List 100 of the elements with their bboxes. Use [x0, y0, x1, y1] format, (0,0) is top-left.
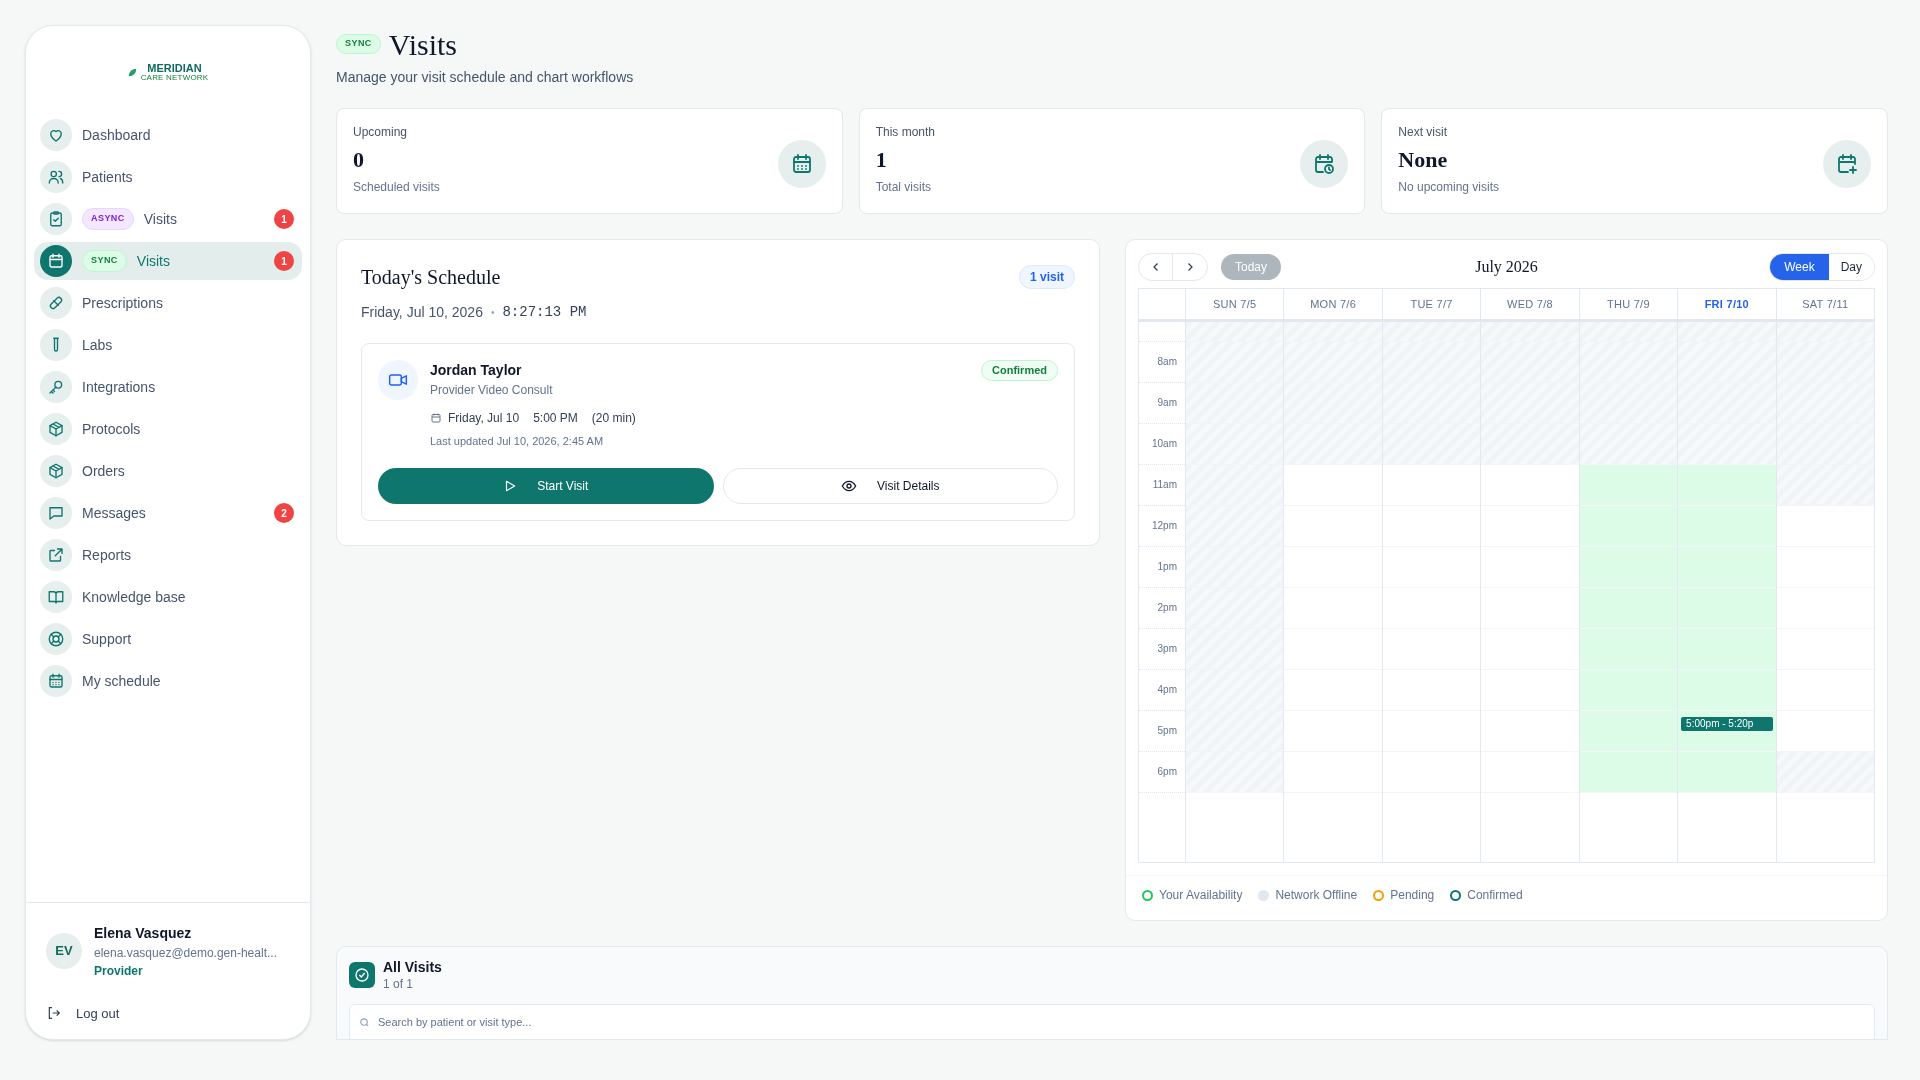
- test-tube-icon: [40, 329, 72, 361]
- available-slot[interactable]: [1579, 588, 1678, 629]
- available-slot[interactable]: [1579, 465, 1678, 506]
- offline-slot[interactable]: [1481, 424, 1579, 465]
- nav-item[interactable]: Orders: [34, 452, 302, 490]
- lifebuoy-icon: [40, 623, 72, 655]
- start-visit-button[interactable]: Start Visit: [378, 467, 714, 504]
- nav-label: Messages: [82, 503, 146, 523]
- schedule-date: Friday, Jul 10, 2026: [361, 303, 483, 322]
- offline-slot[interactable]: [1186, 711, 1284, 752]
- day-header: WED 7/8: [1481, 289, 1580, 319]
- offline-slot[interactable]: [1186, 506, 1284, 547]
- visit-event[interactable]: 5:00pm - 5:20p: [1681, 717, 1773, 731]
- day-header: TUE 7/7: [1382, 289, 1482, 319]
- visit-date: Friday, Jul 10: [448, 410, 520, 427]
- visit-details-button[interactable]: Visit Details: [722, 467, 1058, 504]
- logo-tagline: CARE NETWORK: [140, 73, 209, 82]
- available-slot[interactable]: [1579, 547, 1678, 588]
- offline-slot[interactable]: [1678, 424, 1776, 465]
- nav-item[interactable]: Messages 2: [34, 494, 302, 532]
- offline-slot[interactable]: [1186, 383, 1284, 424]
- nav-label: Dashboard: [82, 125, 151, 145]
- nav-item[interactable]: Labs: [34, 326, 302, 364]
- all-visits-count: 1 of 1: [383, 976, 415, 992]
- separator-dot: •: [490, 306, 495, 320]
- nav-label: Integrations: [82, 377, 156, 397]
- offline-slot[interactable]: [1776, 383, 1874, 424]
- offline-slot[interactable]: [1776, 752, 1874, 793]
- offline-slot[interactable]: [1186, 424, 1284, 465]
- search-field[interactable]: Search by patient or visit type...: [349, 1003, 1875, 1039]
- nav-label: Support: [82, 629, 132, 649]
- available-slot[interactable]: [1678, 547, 1776, 588]
- available-slot[interactable]: [1579, 752, 1678, 793]
- offline-slot[interactable]: [1186, 342, 1284, 383]
- visit-time: 5:00 PM: [533, 410, 578, 427]
- offline-slot[interactable]: [1186, 670, 1284, 711]
- stat-caption: No upcoming visits: [1398, 179, 1500, 196]
- nav-item[interactable]: Protocols: [34, 410, 302, 448]
- nav-item[interactable]: SYNC Visits 1: [34, 242, 302, 280]
- time-label: 3pm: [1157, 642, 1177, 654]
- offline-slot[interactable]: [1579, 424, 1678, 465]
- book-icon: [40, 581, 72, 613]
- available-slot[interactable]: [1579, 711, 1678, 752]
- offline-slot[interactable]: [1186, 547, 1284, 588]
- legend-label: Pending: [1390, 887, 1435, 904]
- status-badge: Confirmed: [981, 360, 1058, 381]
- nav-label: Orders: [82, 461, 125, 481]
- time-label: 8am: [1157, 355, 1177, 367]
- page-title: Visits: [388, 26, 458, 63]
- nav-item[interactable]: Knowledge base: [34, 578, 302, 616]
- offline-slot[interactable]: [1186, 752, 1284, 793]
- offline-slot[interactable]: [1776, 424, 1874, 465]
- nav-item[interactable]: Dashboard: [34, 116, 302, 154]
- current-time: 8:27:13 PM: [502, 303, 587, 322]
- available-slot[interactable]: [1579, 670, 1678, 711]
- offline-slot[interactable]: [1186, 629, 1284, 670]
- nav-item[interactable]: My schedule: [34, 662, 302, 700]
- calendar-title: July 2026: [1475, 257, 1538, 278]
- logout-button[interactable]: Log out: [46, 1003, 120, 1023]
- nav-item[interactable]: Prescriptions: [34, 284, 302, 322]
- nav-item[interactable]: Integrations: [34, 368, 302, 406]
- nav-item[interactable]: Support: [34, 620, 302, 658]
- legend-label: Network Offline: [1275, 887, 1358, 904]
- stat-caption: Total visits: [875, 179, 932, 196]
- schedule-title: Today's Schedule: [361, 265, 501, 291]
- offline-slot[interactable]: [1186, 588, 1284, 629]
- available-slot[interactable]: [1579, 506, 1678, 547]
- nav-item[interactable]: ASYNC Visits 1: [34, 200, 302, 238]
- nav-label: My schedule: [82, 671, 161, 691]
- calendar-plus-icon: [1823, 140, 1871, 188]
- nav-item[interactable]: Reports: [34, 536, 302, 574]
- count-badge: 1: [274, 209, 294, 229]
- available-slot[interactable]: [1678, 506, 1776, 547]
- offline-slot[interactable]: [1776, 342, 1874, 383]
- day-header: FRI 7/10: [1678, 289, 1777, 319]
- offline-slot[interactable]: [1776, 465, 1874, 506]
- available-slot[interactable]: [1678, 752, 1776, 793]
- available-slot[interactable]: [1678, 629, 1776, 670]
- search-icon: [359, 1016, 370, 1028]
- available-slot[interactable]: 5:00pm - 5:20p: [1678, 711, 1776, 752]
- offline-slot[interactable]: [1382, 424, 1481, 465]
- day-header: SUN 7/5: [1186, 289, 1285, 319]
- page-subtitle: Manage your visit schedule and chart workflows: [336, 68, 635, 87]
- key-icon: [40, 371, 72, 403]
- offline-slot[interactable]: [1284, 424, 1382, 465]
- available-slot[interactable]: [1678, 588, 1776, 629]
- offline-slot[interactable]: [1776, 322, 1874, 342]
- stat-label: Upcoming: [353, 124, 409, 141]
- time-label: 11am: [1152, 478, 1177, 490]
- available-slot[interactable]: [1678, 670, 1776, 711]
- available-slot[interactable]: [1678, 465, 1776, 506]
- offline-slot[interactable]: [1186, 322, 1284, 342]
- chat-icon: [40, 497, 72, 529]
- available-slot[interactable]: [1579, 629, 1678, 670]
- view-toggle[interactable]: Week: [1770, 254, 1829, 280]
- offline-slot[interactable]: [1186, 465, 1284, 506]
- time-label: 5pm: [1157, 724, 1177, 736]
- nav-label: Protocols: [82, 419, 141, 439]
- nav-item[interactable]: Patients: [34, 158, 302, 196]
- stat-value: 1: [875, 146, 888, 174]
